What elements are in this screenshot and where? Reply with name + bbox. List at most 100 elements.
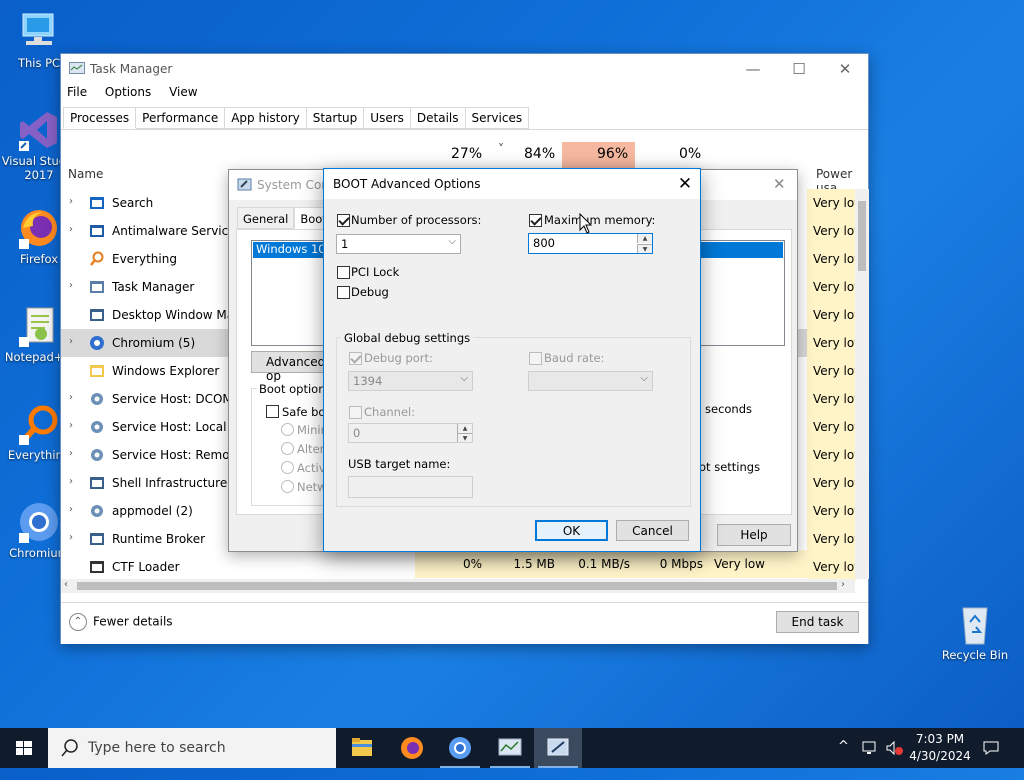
horizontal-scrollbar[interactable]: ‹ › <box>61 579 855 593</box>
boot-settings-label: ot settings <box>699 460 761 474</box>
folder-icon <box>89 363 105 379</box>
search-icon <box>61 739 78 757</box>
power-usage: Very low <box>807 385 856 413</box>
pci-lock-checkbox[interactable] <box>337 266 350 279</box>
expand-chevron-icon[interactable]: › <box>69 504 73 515</box>
taskbar-search-box[interactable]: Type here to search <box>48 728 336 768</box>
volume-muted-icon[interactable] <box>885 740 903 780</box>
search-placeholder: Type here to search <box>88 740 226 756</box>
disk-percent[interactable]: 96% <box>597 146 628 162</box>
menu-view[interactable]: View <box>169 85 197 99</box>
tab-services[interactable]: Services <box>465 107 530 129</box>
memory-percent[interactable]: 84% <box>524 146 555 162</box>
baud-rate-checkbox[interactable] <box>529 352 542 365</box>
network-icon[interactable] <box>862 740 880 780</box>
number-of-processors-select[interactable]: 1 ⌵ <box>336 234 461 254</box>
start-button[interactable] <box>0 728 48 768</box>
power-usage: Very low <box>807 497 856 525</box>
advanced-options-button[interactable]: Advanced op <box>251 351 331 383</box>
maximize-button[interactable]: ☐ <box>776 54 822 84</box>
chevron-down-icon: ⌵ <box>448 236 456 247</box>
cancel-button[interactable]: Cancel <box>616 520 689 541</box>
process-name: Search <box>112 196 154 210</box>
expand-chevron-icon[interactable]: › <box>69 532 73 543</box>
radio-network[interactable] <box>281 480 294 493</box>
visual-studio-icon <box>17 108 61 152</box>
expand-chevron-icon[interactable]: › <box>69 476 73 487</box>
taskbar: Type here to search ^ 7:03 PM 4/30/2024 <box>0 728 1024 768</box>
tab-general[interactable]: General <box>237 207 295 229</box>
help-button[interactable]: Help <box>717 524 791 546</box>
cpu-percent[interactable]: 27% <box>451 146 482 162</box>
fewer-details-link[interactable]: ⌃ Fewer details <box>69 613 173 631</box>
scroll-thumb[interactable] <box>858 201 866 271</box>
expand-chevron-icon[interactable]: › <box>69 392 73 403</box>
channel-checkbox[interactable] <box>349 406 362 419</box>
expand-chevron-icon[interactable]: › <box>69 280 73 291</box>
task-manager-icon <box>89 279 105 295</box>
menu-options[interactable]: Options <box>105 85 151 99</box>
maximum-memory-checkbox[interactable] <box>529 214 542 227</box>
power-usage: Very low <box>807 469 856 497</box>
ctf-network: 0 Mbps <box>636 550 709 578</box>
safe-boot-checkbox[interactable] <box>266 405 279 418</box>
radio-alternate[interactable] <box>281 442 294 455</box>
taskbar-file-explorer[interactable] <box>338 728 386 768</box>
spin-up-icon[interactable]: ▲ <box>457 424 472 433</box>
number-of-processors-checkbox[interactable] <box>337 214 350 227</box>
title-bar[interactable]: BOOT Advanced Options ✕ <box>324 169 700 199</box>
debug-port-select[interactable]: 1394 ⌵ <box>348 371 473 391</box>
close-button[interactable]: ✕ <box>822 54 868 84</box>
radio-minimal[interactable] <box>281 423 294 436</box>
global-debug-label: Global debug settings <box>341 331 474 345</box>
system-clock[interactable]: 7:03 PM 4/30/2024 <box>905 731 975 765</box>
channel-input[interactable]: 0 ▲ ▼ <box>348 423 473 443</box>
expand-chevron-icon[interactable]: › <box>69 224 73 235</box>
baud-rate-select[interactable]: ⌵ <box>528 371 653 391</box>
computer-icon <box>17 10 61 54</box>
debug-port-checkbox[interactable] <box>349 352 362 365</box>
spin-up-icon[interactable]: ▲ <box>637 234 652 243</box>
expand-chevron-icon[interactable]: › <box>69 336 73 347</box>
tab-details[interactable]: Details <box>410 107 466 129</box>
expand-chevron-icon[interactable]: › <box>69 196 73 207</box>
notifications-icon[interactable] <box>982 739 1000 779</box>
column-header-name[interactable]: Name <box>68 167 103 181</box>
spin-down-icon[interactable]: ▼ <box>457 433 472 442</box>
scroll-left-icon[interactable]: ‹ <box>64 579 68 590</box>
minimize-button[interactable]: — <box>730 54 776 84</box>
usb-target-name-input[interactable] <box>348 476 473 498</box>
tab-users[interactable]: Users <box>364 107 411 129</box>
tab-performance[interactable]: Performance <box>136 107 226 129</box>
power-usage: Very low <box>807 273 856 301</box>
scroll-thumb[interactable] <box>77 582 837 590</box>
radio-active[interactable] <box>281 461 294 474</box>
taskbar-firefox[interactable] <box>388 728 436 768</box>
chevron-up-icon: ⌃ <box>69 613 87 631</box>
ok-button[interactable]: OK <box>535 520 608 541</box>
title-bar[interactable]: Task Manager — ☐ ✕ <box>61 54 868 84</box>
vertical-scrollbar[interactable] <box>855 189 869 579</box>
tab-processes[interactable]: Processes <box>63 107 137 129</box>
taskbar-chromium[interactable] <box>436 728 484 768</box>
window-icon <box>89 531 105 547</box>
recycle-bin-icon <box>953 602 997 646</box>
close-button[interactable]: ✕ <box>773 175 786 193</box>
expand-chevron-icon[interactable]: › <box>69 420 73 431</box>
tab-startup[interactable]: Startup <box>306 107 365 129</box>
menu-file[interactable]: File <box>67 85 87 99</box>
desktop-icon-recycle-bin[interactable]: Recycle Bin <box>936 602 1014 662</box>
tab-app-history[interactable]: App history <box>225 107 307 129</box>
taskbar-task-manager[interactable] <box>486 728 534 768</box>
network-percent[interactable]: 0% <box>679 146 701 162</box>
scroll-right-icon[interactable]: › <box>841 579 845 590</box>
channel-label: Channel: <box>364 405 416 419</box>
spin-down-icon[interactable]: ▼ <box>637 244 652 253</box>
taskbar-system-configuration[interactable] <box>534 728 582 768</box>
expand-chevron-icon[interactable]: › <box>69 448 73 459</box>
show-hidden-icons-chevron-icon[interactable]: ^ <box>838 739 849 779</box>
end-task-button[interactable]: End task <box>776 611 859 633</box>
debug-checkbox[interactable] <box>337 286 350 299</box>
maximum-memory-input[interactable]: 800 ▲ ▼ <box>528 233 653 254</box>
close-icon[interactable]: ✕ <box>670 169 700 199</box>
